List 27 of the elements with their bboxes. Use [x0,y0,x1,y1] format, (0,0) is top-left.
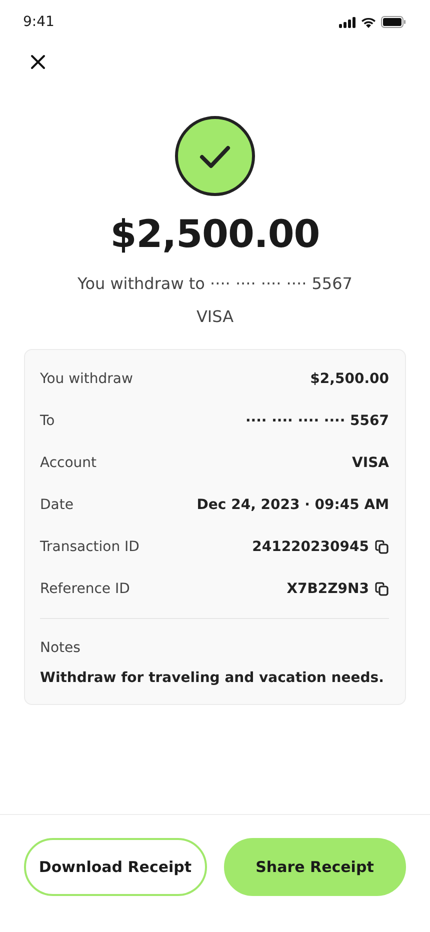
detail-value: $2,500.00 [310,371,389,387]
detail-label: Transaction ID [40,539,140,555]
detail-label: To [40,413,55,429]
detail-value: VISA [352,455,389,471]
amount: $2,500.00 [110,212,320,256]
detail-value: X7B2Z9N3 [286,581,369,597]
detail-value: 241220230945 [252,539,369,555]
detail-label: Date [40,497,74,513]
notes-text: Withdraw for traveling and vacation needs. [40,670,385,686]
recipient-text: You withdraw to ···· ···· ···· ···· 5567 [78,274,352,293]
detail-label: Account [40,455,97,471]
status-time: 9:41 [23,14,54,30]
close-icon[interactable] [30,54,46,70]
copy-icon[interactable] [375,540,389,554]
receipt-button[interactable]: Share Receipt [224,838,406,896]
battery-icon [381,16,406,28]
receipt-button[interactable]: Download Receipt [24,838,206,896]
card-network: VISA [196,307,234,326]
signal-icon [339,16,356,28]
detail-label: Reference ID [40,581,130,597]
detail-value: ···· ···· ···· ···· 5567 [245,413,389,429]
notes-label: Notes [40,640,80,656]
detail-value: Dec 24, 2023 · 09:45 AM [196,497,389,513]
copy-icon[interactable] [375,582,389,596]
check-circle-icon [175,116,255,196]
wifi-icon [361,16,376,28]
detail-label: You withdraw [40,371,133,387]
